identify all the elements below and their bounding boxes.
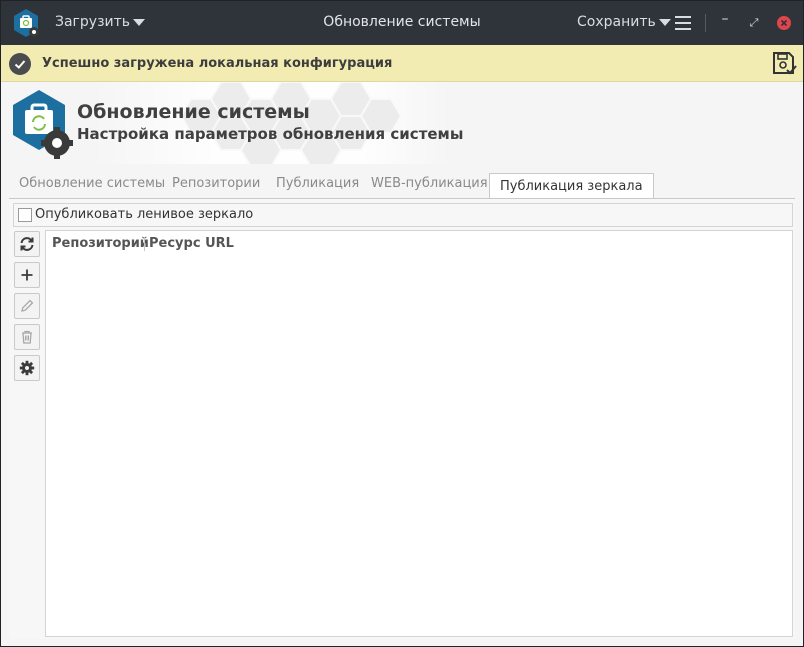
delete-button[interactable]	[14, 324, 40, 350]
check-circle-icon	[9, 53, 31, 75]
close-button[interactable]	[777, 16, 791, 30]
chevron-down-icon	[658, 18, 671, 26]
hexagon-background	[91, 82, 451, 164]
app-logo	[13, 90, 73, 159]
tab-mirror-publication[interactable]: Публикация зеркала	[489, 173, 654, 198]
save-config-icon[interactable]	[771, 49, 797, 77]
tab-web-publication[interactable]: WEB-публикация	[371, 176, 488, 197]
maximize-button[interactable]: ⤢	[746, 11, 762, 33]
edit-icon	[21, 299, 34, 312]
save-menu-label: Сохранить	[577, 14, 656, 30]
titlebar-separator	[705, 14, 706, 32]
column-header-repository[interactable]: Репозиторий	[52, 236, 149, 251]
column-separator	[144, 237, 145, 251]
add-icon	[21, 269, 33, 281]
hamburger-menu-icon[interactable]	[675, 16, 691, 30]
tab-publication[interactable]: Публикация	[276, 176, 359, 197]
delete-icon	[22, 330, 32, 344]
main-window: Загрузить Обновление системы Сохранить –…	[0, 0, 804, 647]
settings-button[interactable]	[14, 355, 40, 381]
refresh-icon	[20, 237, 34, 251]
refresh-button[interactable]	[14, 231, 40, 257]
close-icon	[780, 19, 788, 27]
tab-repositories[interactable]: Репозитории	[172, 176, 260, 197]
edit-button[interactable]	[14, 293, 40, 319]
tab-system-update[interactable]: Обновление системы	[19, 176, 165, 197]
mirror-publication-panel: Опубликовать ленивое зеркало Репозиторий…	[9, 199, 795, 639]
save-menu[interactable]: Сохранить	[577, 14, 671, 30]
column-header-resource-url[interactable]: Ресурс URL	[149, 236, 234, 251]
lazy-mirror-checkbox[interactable]	[18, 208, 32, 222]
add-button[interactable]	[14, 262, 40, 288]
page-title: Обновление системы	[77, 101, 310, 123]
page-subtitle: Настройка параметров обновления системы	[77, 125, 464, 143]
minimize-button[interactable]: –	[717, 11, 733, 33]
settings-icon	[19, 360, 35, 376]
lazy-mirror-label[interactable]: Опубликовать ленивое зеркало	[35, 207, 253, 222]
page-header: Обновление системы Настройка параметров …	[1, 82, 803, 164]
mirror-table: Репозиторий Ресурс URL	[45, 230, 793, 637]
notification-text: Успешно загружена локальная конфигурация	[42, 56, 393, 71]
notification-bar: Успешно загружена локальная конфигурация	[1, 45, 803, 82]
title-bar: Загрузить Обновление системы Сохранить –…	[1, 1, 803, 45]
lazy-mirror-row: Опубликовать ленивое зеркало	[13, 203, 793, 227]
